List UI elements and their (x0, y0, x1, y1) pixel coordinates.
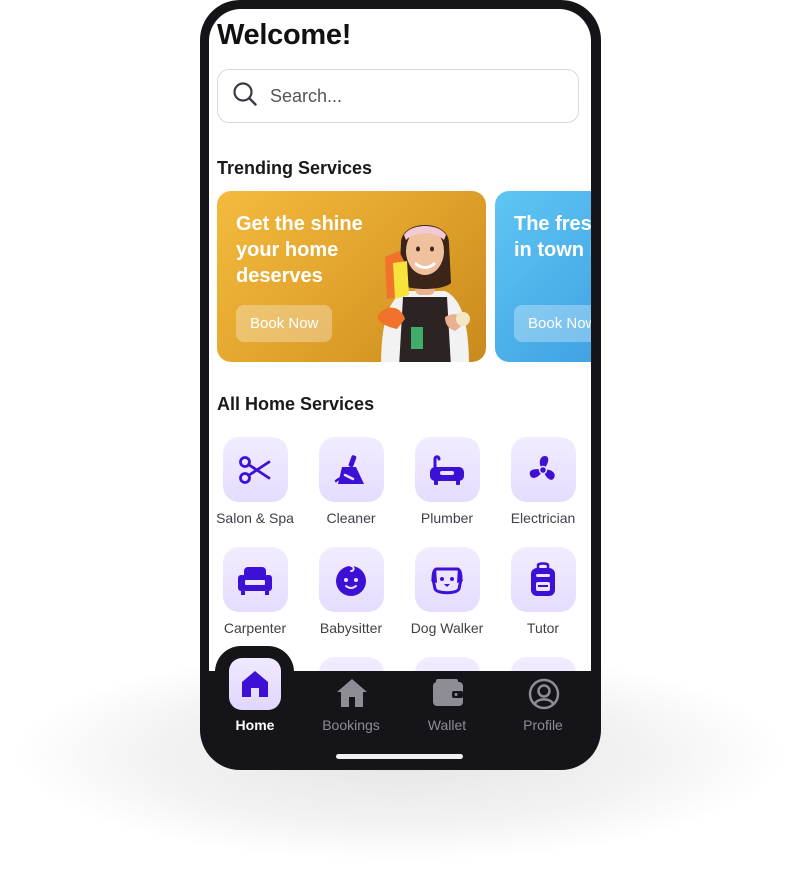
service-plumber[interactable]: Plumber (399, 437, 495, 526)
service-label: Tutor (526, 620, 560, 636)
service-label: Plumber (420, 510, 474, 526)
trending-card-text: Get the shine your home deserves (236, 213, 363, 287)
service-label: Electrician (510, 510, 576, 526)
nav-bookings[interactable]: Bookings (303, 671, 399, 751)
service-tile-partial[interactable] (511, 657, 576, 671)
service-label: Dog Walker (410, 620, 484, 636)
nav-label: Bookings (322, 717, 380, 733)
profile-icon (528, 678, 560, 710)
service-electrician[interactable]: Electrician (495, 437, 591, 526)
service-carpenter[interactable]: Carpenter (209, 547, 303, 636)
fan-icon (529, 455, 555, 480)
service-babysitter[interactable]: Babysitter (303, 547, 399, 636)
scissors-icon (239, 455, 271, 484)
trending-services-heading: Trending Services (217, 158, 373, 178)
home-indicator-bar[interactable] (336, 754, 463, 759)
service-tile-partial[interactable] (319, 657, 384, 671)
service-tutor[interactable]: Tutor (495, 547, 591, 636)
search-input[interactable] (268, 84, 542, 108)
baby-icon (336, 564, 366, 596)
service-salon-spa[interactable]: Salon & Spa (209, 437, 303, 526)
service-tile-partial[interactable] (415, 657, 480, 671)
nav-home[interactable]: Home (207, 671, 303, 751)
backpack-icon (531, 561, 555, 596)
nav-label: Wallet (427, 717, 467, 733)
service-cleaner[interactable]: Cleaner (303, 437, 399, 526)
bathtub-icon (430, 454, 464, 485)
trending-card-painting[interactable]: The fresh paint in town is back! Book No… (495, 191, 591, 362)
page-title: Welcome! (217, 19, 352, 51)
service-label: Babysitter (319, 620, 383, 636)
service-label: Carpenter (223, 620, 287, 636)
trending-card-text: The fresh paint in town is back! (514, 213, 591, 261)
house-icon (336, 678, 367, 708)
phone-frame: Welcome! Trending Services Get the shine… (200, 0, 601, 770)
trending-card-cleaning[interactable]: Get the shine your home deserves Book No… (217, 191, 486, 362)
dog-icon (431, 566, 463, 594)
book-now-button[interactable]: Book Now (236, 305, 333, 342)
app-screen: Welcome! Trending Services Get the shine… (209, 9, 591, 671)
service-dog-walker[interactable]: Dog Walker (399, 547, 495, 636)
service-label: Salon & Spa (216, 510, 294, 526)
service-label: Cleaner (326, 510, 376, 526)
nav-label: Profile (523, 717, 563, 733)
cleaner-woman-image (377, 225, 470, 362)
search-bar[interactable] (217, 69, 579, 123)
nav-profile[interactable]: Profile (495, 671, 591, 751)
book-now-button[interactable]: Book Now (514, 305, 591, 342)
wallet-icon (432, 678, 463, 708)
all-services-heading: All Home Services (217, 394, 375, 414)
search-icon (232, 81, 258, 112)
broom-icon (334, 454, 364, 484)
nav-wallet[interactable]: Wallet (399, 671, 495, 751)
nav-label: Home (235, 717, 275, 733)
armchair-icon (238, 566, 272, 595)
